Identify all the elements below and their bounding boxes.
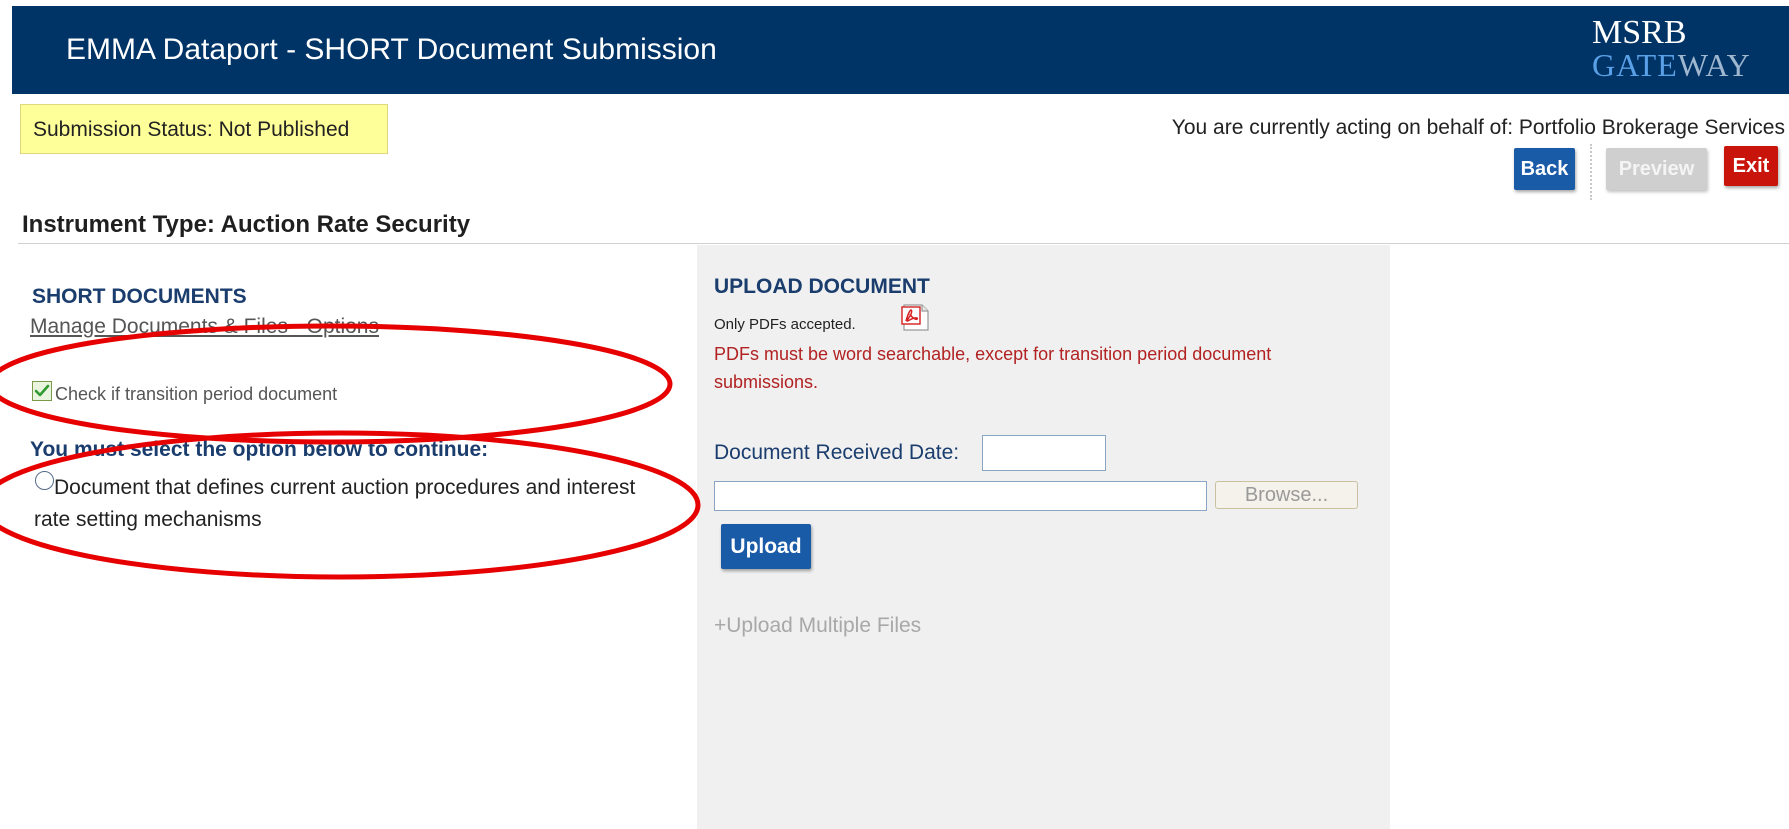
upload-button[interactable]: Upload — [721, 524, 811, 569]
page: EMMA Dataport - SHORT Document Submissio… — [0, 0, 1789, 829]
only-pdfs-note: Only PDFs accepted. — [714, 316, 856, 333]
pdf-searchable-warning: PDFs must be word searchable, except for… — [714, 344, 1272, 392]
page-title: EMMA Dataport - SHORT Document Submissio… — [66, 33, 717, 66]
logo-gate-text: GATE — [1592, 47, 1678, 83]
logo-msrb-text: MSRB — [1592, 14, 1687, 51]
upload-document-panel: UPLOAD DOCUMENT Only PDFs accepted. PDFs… — [697, 245, 1390, 829]
checkmark-icon — [33, 382, 51, 400]
must-select-instruction: You must select the option below to cont… — [30, 438, 489, 461]
browse-button[interactable]: Browse... — [1215, 481, 1358, 509]
auction-procedures-radio[interactable] — [35, 471, 54, 490]
logo-gateway-text: GATEWAY — [1592, 48, 1751, 82]
submission-status-badge: Submission Status: Not Published — [20, 104, 388, 154]
msrb-gateway-logo: MSRB GATEWAY — [1580, 14, 1760, 86]
acting-on-behalf-text: You are currently acting on behalf of: P… — [1171, 116, 1785, 139]
logo-way-text: WAY — [1677, 47, 1751, 83]
back-button[interactable]: Back — [1514, 148, 1575, 190]
short-documents-title: SHORT DOCUMENTS — [32, 285, 247, 308]
received-date-input[interactable] — [982, 435, 1106, 471]
instrument-type-heading: Instrument Type: Auction Rate Security — [22, 211, 471, 238]
file-path-input[interactable] — [714, 481, 1207, 511]
received-date-label: Document Received Date: — [714, 441, 960, 464]
pdf-icon — [900, 304, 930, 331]
upload-multiple-files-link[interactable]: +Upload Multiple Files — [714, 614, 921, 638]
toolbar-divider — [1590, 144, 1592, 200]
transition-period-checkbox[interactable] — [32, 381, 52, 401]
preview-button[interactable]: Preview — [1606, 148, 1707, 190]
transition-period-label: Check if transition period document — [55, 384, 338, 404]
manage-documents-link[interactable]: Manage Documents & Files - Options — [30, 315, 379, 339]
heading-divider — [18, 243, 1789, 244]
app-header: EMMA Dataport - SHORT Document Submissio… — [12, 6, 1789, 94]
upload-document-title: UPLOAD DOCUMENT — [714, 275, 930, 298]
auction-procedures-option-label[interactable]: Document that defines current auction pr… — [34, 472, 674, 536]
exit-button[interactable]: Exit — [1724, 146, 1778, 186]
